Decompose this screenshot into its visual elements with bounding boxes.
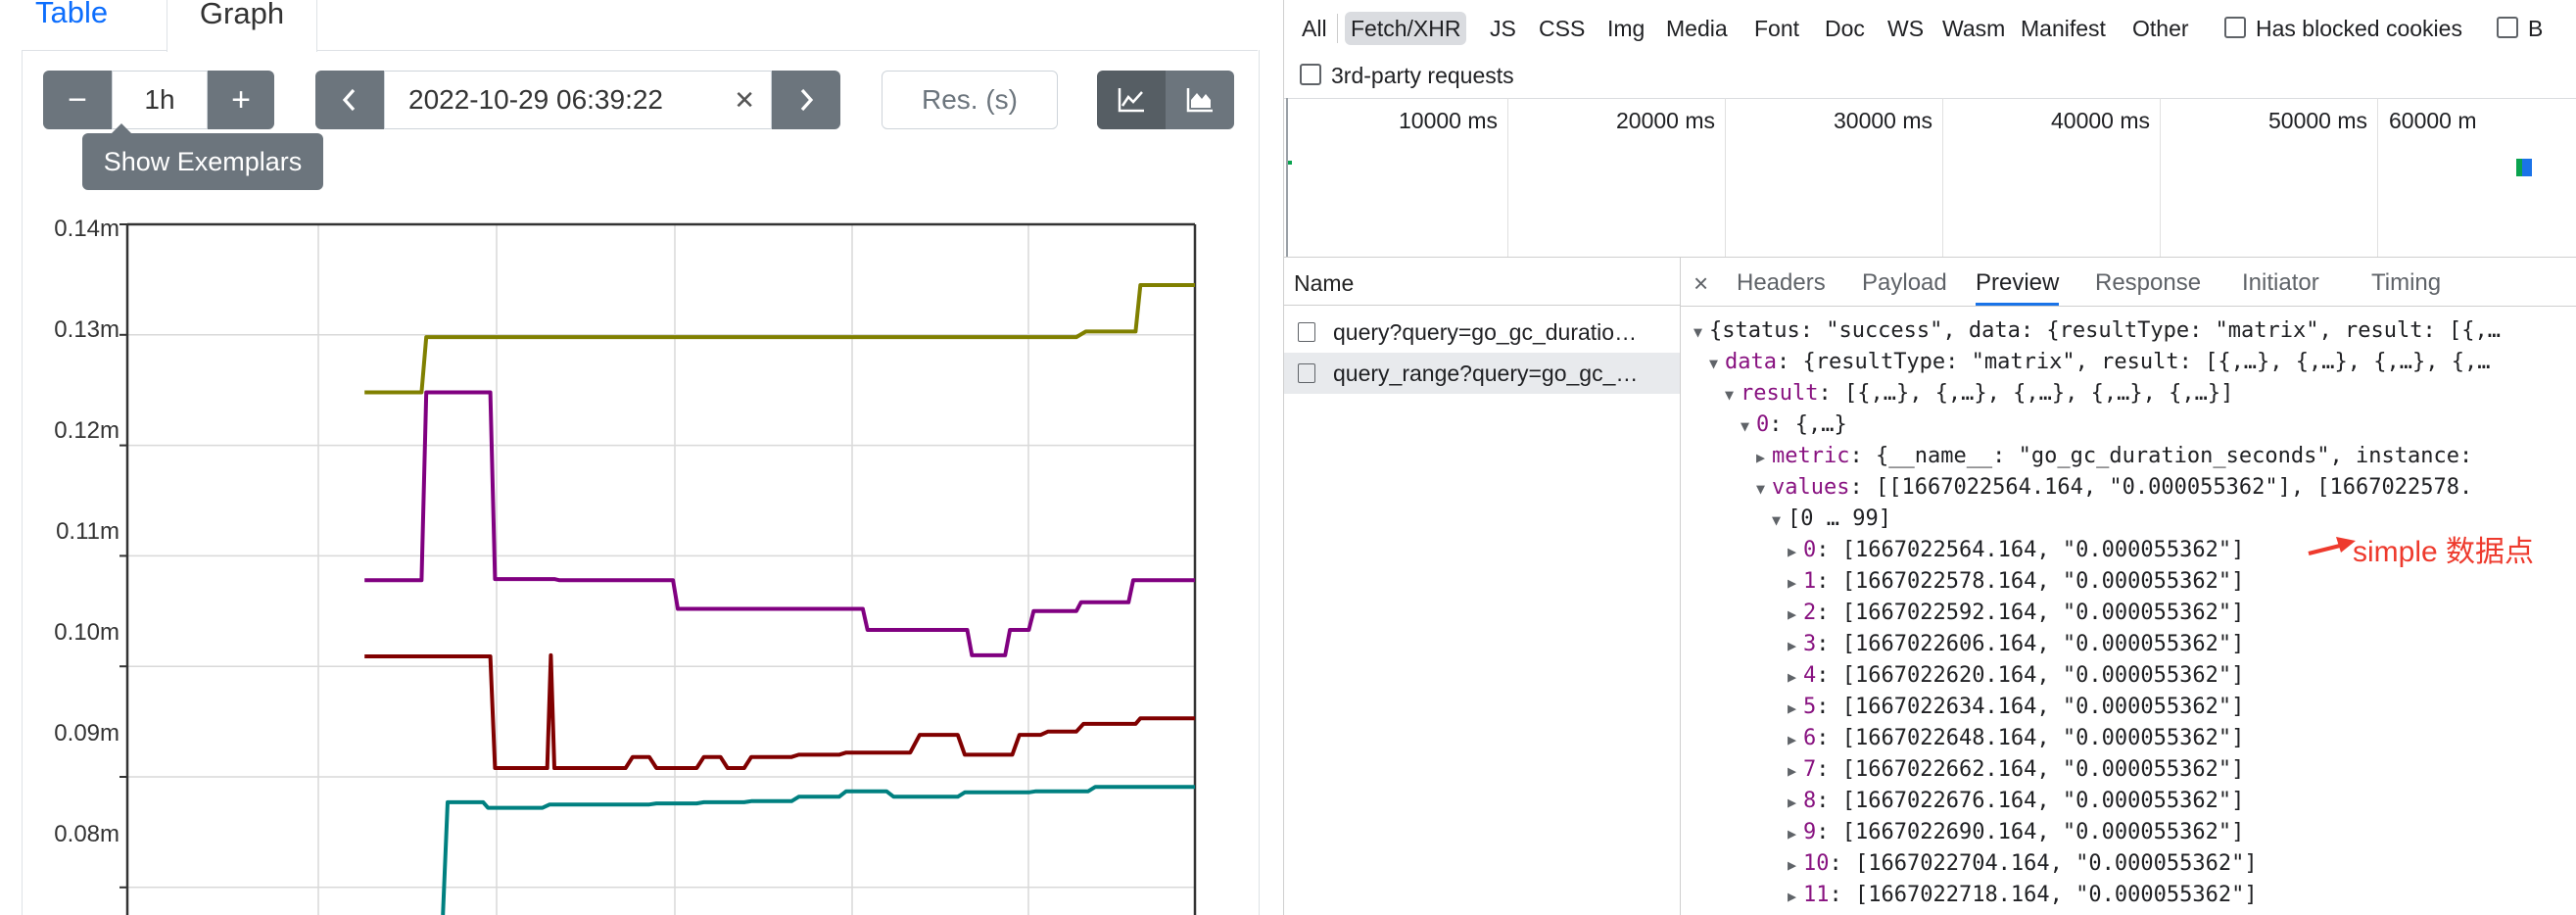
series-line-1	[364, 390, 1195, 657]
devtools-network-panel: All Fetch/XHR JS CSS Img Media Font Doc …	[1283, 0, 2576, 915]
series-line-3	[441, 785, 1195, 915]
prometheus-panel: Table Graph − 1h + 2022-10-29 06:39:22 ✕…	[0, 0, 1273, 915]
line-chart	[119, 222, 1197, 915]
annotation-label: simple 数据点	[2353, 536, 2535, 568]
series-line-0	[364, 283, 1195, 395]
annotation-arrow	[2308, 537, 2356, 555]
series-line-2	[364, 652, 1195, 770]
arrow-shaft	[2308, 543, 2345, 555]
